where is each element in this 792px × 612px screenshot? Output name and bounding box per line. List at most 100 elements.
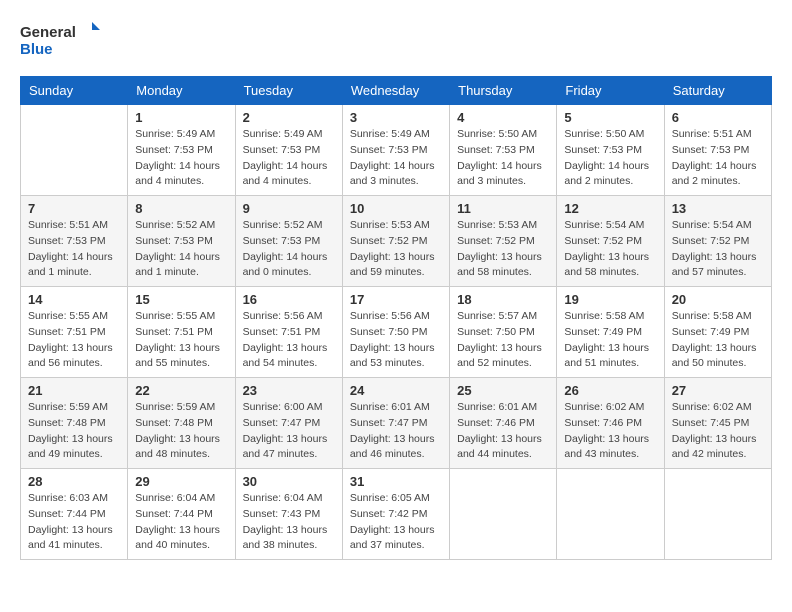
day-number: 27 bbox=[672, 383, 764, 398]
calendar-cell: 6 Sunrise: 5:51 AMSunset: 7:53 PMDaylight… bbox=[664, 105, 771, 196]
day-detail: Sunrise: 5:53 AMSunset: 7:52 PMDaylight:… bbox=[350, 218, 442, 281]
day-number: 18 bbox=[457, 292, 549, 307]
calendar-cell: 21 Sunrise: 5:59 AMSunset: 7:48 PMDayligh… bbox=[21, 378, 128, 469]
day-number: 8 bbox=[135, 201, 227, 216]
day-number: 11 bbox=[457, 201, 549, 216]
day-detail: Sunrise: 5:55 AMSunset: 7:51 PMDaylight:… bbox=[28, 309, 120, 372]
day-detail: Sunrise: 5:49 AMSunset: 7:53 PMDaylight:… bbox=[243, 127, 335, 190]
day-detail: Sunrise: 5:56 AMSunset: 7:51 PMDaylight:… bbox=[243, 309, 335, 372]
day-number: 13 bbox=[672, 201, 764, 216]
logo-svg: General Blue bbox=[20, 20, 100, 60]
calendar-week-row: 21 Sunrise: 5:59 AMSunset: 7:48 PMDayligh… bbox=[21, 378, 772, 469]
calendar-cell: 11 Sunrise: 5:53 AMSunset: 7:52 PMDayligh… bbox=[450, 196, 557, 287]
day-detail: Sunrise: 6:01 AMSunset: 7:47 PMDaylight:… bbox=[350, 400, 442, 463]
day-number: 29 bbox=[135, 474, 227, 489]
day-number: 25 bbox=[457, 383, 549, 398]
day-of-week-header: Monday bbox=[128, 77, 235, 105]
calendar-cell: 2Sunrise: 5:49 AMSunset: 7:53 PMDaylight… bbox=[235, 105, 342, 196]
day-detail: Sunrise: 5:49 AMSunset: 7:53 PMDaylight:… bbox=[135, 127, 227, 190]
day-detail: Sunrise: 6:05 AMSunset: 7:42 PMDaylight:… bbox=[350, 491, 442, 554]
day-number: 30 bbox=[243, 474, 335, 489]
calendar-week-row: 14 Sunrise: 5:55 AMSunset: 7:51 PMDayligh… bbox=[21, 287, 772, 378]
calendar-cell: 20 Sunrise: 5:58 AMSunset: 7:49 PMDayligh… bbox=[664, 287, 771, 378]
day-of-week-header: Tuesday bbox=[235, 77, 342, 105]
day-number: 19 bbox=[564, 292, 656, 307]
day-detail: Sunrise: 5:51 AMSunset: 7:53 PMDaylight:… bbox=[672, 127, 764, 190]
day-number: 21 bbox=[28, 383, 120, 398]
day-number: 20 bbox=[672, 292, 764, 307]
day-detail: Sunrise: 6:04 AMSunset: 7:43 PMDaylight:… bbox=[243, 491, 335, 554]
day-detail: Sunrise: 6:04 AMSunset: 7:44 PMDaylight:… bbox=[135, 491, 227, 554]
day-of-week-header: Saturday bbox=[664, 77, 771, 105]
calendar-cell: 15Sunrise: 5:55 AMSunset: 7:51 PMDayligh… bbox=[128, 287, 235, 378]
day-detail: Sunrise: 6:00 AMSunset: 7:47 PMDaylight:… bbox=[243, 400, 335, 463]
day-detail: Sunrise: 5:49 AMSunset: 7:53 PMDaylight:… bbox=[350, 127, 442, 190]
day-detail: Sunrise: 5:50 AMSunset: 7:53 PMDaylight:… bbox=[564, 127, 656, 190]
calendar-cell: 7 Sunrise: 5:51 AMSunset: 7:53 PMDaylight… bbox=[21, 196, 128, 287]
day-detail: Sunrise: 6:02 AMSunset: 7:46 PMDaylight:… bbox=[564, 400, 656, 463]
day-number: 23 bbox=[243, 383, 335, 398]
day-detail: Sunrise: 5:54 AMSunset: 7:52 PMDaylight:… bbox=[564, 218, 656, 281]
calendar-table: SundayMondayTuesdayWednesdayThursdayFrid… bbox=[20, 76, 772, 560]
svg-text:Blue: Blue bbox=[20, 41, 53, 58]
svg-text:General: General bbox=[20, 24, 76, 41]
day-detail: Sunrise: 6:02 AMSunset: 7:45 PMDaylight:… bbox=[672, 400, 764, 463]
day-detail: Sunrise: 5:58 AMSunset: 7:49 PMDaylight:… bbox=[564, 309, 656, 372]
day-of-week-header: Sunday bbox=[21, 77, 128, 105]
calendar-week-row: 28Sunrise: 6:03 AMSunset: 7:44 PMDayligh… bbox=[21, 469, 772, 560]
calendar-cell: 26 Sunrise: 6:02 AMSunset: 7:46 PMDayligh… bbox=[557, 378, 664, 469]
calendar-cell: 17 Sunrise: 5:56 AMSunset: 7:50 PMDayligh… bbox=[342, 287, 449, 378]
calendar-cell: 29 Sunrise: 6:04 AMSunset: 7:44 PMDayligh… bbox=[128, 469, 235, 560]
day-detail: Sunrise: 5:59 AMSunset: 7:48 PMDaylight:… bbox=[28, 400, 120, 463]
calendar-cell: 3 Sunrise: 5:49 AMSunset: 7:53 PMDaylight… bbox=[342, 105, 449, 196]
day-detail: Sunrise: 5:54 AMSunset: 7:52 PMDaylight:… bbox=[672, 218, 764, 281]
calendar-cell: 8 Sunrise: 5:52 AMSunset: 7:53 PMDaylight… bbox=[128, 196, 235, 287]
day-number: 17 bbox=[350, 292, 442, 307]
day-number: 5 bbox=[564, 110, 656, 125]
day-number: 9 bbox=[243, 201, 335, 216]
day-of-week-header: Friday bbox=[557, 77, 664, 105]
calendar-cell: 5 Sunrise: 5:50 AMSunset: 7:53 PMDaylight… bbox=[557, 105, 664, 196]
day-detail: Sunrise: 5:51 AMSunset: 7:53 PMDaylight:… bbox=[28, 218, 120, 281]
day-of-week-header: Thursday bbox=[450, 77, 557, 105]
calendar-cell: 31Sunrise: 6:05 AMSunset: 7:42 PMDayligh… bbox=[342, 469, 449, 560]
calendar-cell bbox=[21, 105, 128, 196]
day-number: 14 bbox=[28, 292, 120, 307]
day-number: 6 bbox=[672, 110, 764, 125]
calendar-cell: 25 Sunrise: 6:01 AMSunset: 7:46 PMDayligh… bbox=[450, 378, 557, 469]
day-number: 3 bbox=[350, 110, 442, 125]
calendar-cell: 18 Sunrise: 5:57 AMSunset: 7:50 PMDayligh… bbox=[450, 287, 557, 378]
day-detail: Sunrise: 5:55 AMSunset: 7:51 PMDaylight:… bbox=[135, 309, 227, 372]
day-detail: Sunrise: 5:52 AMSunset: 7:53 PMDaylight:… bbox=[243, 218, 335, 281]
day-number: 7 bbox=[28, 201, 120, 216]
page-header: General Blue bbox=[20, 20, 772, 60]
day-number: 12 bbox=[564, 201, 656, 216]
day-detail: Sunrise: 5:52 AMSunset: 7:53 PMDaylight:… bbox=[135, 218, 227, 281]
calendar-cell bbox=[557, 469, 664, 560]
calendar-cell: 1 Sunrise: 5:49 AMSunset: 7:53 PMDaylight… bbox=[128, 105, 235, 196]
day-number: 16 bbox=[243, 292, 335, 307]
day-detail: Sunrise: 6:03 AMSunset: 7:44 PMDaylight:… bbox=[28, 491, 120, 554]
calendar-cell: 14 Sunrise: 5:55 AMSunset: 7:51 PMDayligh… bbox=[21, 287, 128, 378]
day-detail: Sunrise: 6:01 AMSunset: 7:46 PMDaylight:… bbox=[457, 400, 549, 463]
calendar-cell: 10 Sunrise: 5:53 AMSunset: 7:52 PMDayligh… bbox=[342, 196, 449, 287]
day-detail: Sunrise: 5:57 AMSunset: 7:50 PMDaylight:… bbox=[457, 309, 549, 372]
calendar-cell: 22Sunrise: 5:59 AMSunset: 7:48 PMDayligh… bbox=[128, 378, 235, 469]
calendar-cell: 23 Sunrise: 6:00 AMSunset: 7:47 PMDayligh… bbox=[235, 378, 342, 469]
day-number: 24 bbox=[350, 383, 442, 398]
day-detail: Sunrise: 5:58 AMSunset: 7:49 PMDaylight:… bbox=[672, 309, 764, 372]
calendar-cell: 24 Sunrise: 6:01 AMSunset: 7:47 PMDayligh… bbox=[342, 378, 449, 469]
day-number: 26 bbox=[564, 383, 656, 398]
day-detail: Sunrise: 5:56 AMSunset: 7:50 PMDaylight:… bbox=[350, 309, 442, 372]
day-detail: Sunrise: 5:53 AMSunset: 7:52 PMDaylight:… bbox=[457, 218, 549, 281]
calendar-cell: 9 Sunrise: 5:52 AMSunset: 7:53 PMDaylight… bbox=[235, 196, 342, 287]
logo: General Blue bbox=[20, 20, 100, 60]
day-number: 1 bbox=[135, 110, 227, 125]
calendar-cell: 30 Sunrise: 6:04 AMSunset: 7:43 PMDayligh… bbox=[235, 469, 342, 560]
day-of-week-header: Wednesday bbox=[342, 77, 449, 105]
day-detail: Sunrise: 5:50 AMSunset: 7:53 PMDaylight:… bbox=[457, 127, 549, 190]
calendar-cell: 4Sunrise: 5:50 AMSunset: 7:53 PMDaylight… bbox=[450, 105, 557, 196]
day-number: 10 bbox=[350, 201, 442, 216]
calendar-week-row: 7 Sunrise: 5:51 AMSunset: 7:53 PMDaylight… bbox=[21, 196, 772, 287]
calendar-cell bbox=[450, 469, 557, 560]
